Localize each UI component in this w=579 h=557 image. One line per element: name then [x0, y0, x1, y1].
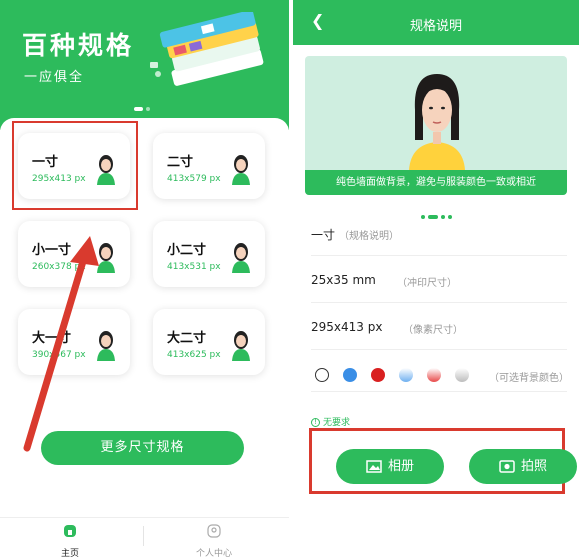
- album-button[interactable]: 相册: [336, 449, 444, 484]
- spec-name: 大二寸: [167, 331, 207, 346]
- sample-photo: 纯色墙面做背景，避免与服装颜色一致或相近: [305, 56, 567, 195]
- camera-icon: [499, 460, 515, 473]
- spec-detail-screen: ❮ 规格说明 纯色墙面做背景，避免与服装颜色一致或相近 一寸 （规格说明） 25…: [293, 0, 579, 557]
- photo-caption: 纯色墙面做背景，避免与服装颜色一致或相近: [305, 170, 567, 195]
- colors-hint: （可选背景颜色）: [489, 373, 569, 384]
- color-swatch-red[interactable]: [371, 368, 385, 382]
- highlight-box: 相册 拍照: [309, 428, 577, 494]
- background-color-picker: （可选背景颜色）: [311, 360, 569, 392]
- spec-row-name: 一寸 （规格说明）: [311, 210, 567, 256]
- color-swatch-blue[interactable]: [343, 368, 357, 382]
- spec-value: 295x413 px: [311, 320, 383, 334]
- spec-size: 413x531 px: [167, 262, 221, 272]
- tab-home[interactable]: 主页: [20, 523, 120, 557]
- spec-name: 小二寸: [167, 243, 207, 258]
- hero-banner[interactable]: 百种规格 一应俱全: [0, 0, 289, 130]
- spec-size: 390x567 px: [32, 350, 86, 360]
- spec-name: 大一寸: [32, 331, 72, 346]
- portrait-avatar-icon: [97, 243, 115, 273]
- color-swatch-gray-gradient[interactable]: [455, 368, 469, 382]
- bottom-tab-bar: 主页 个人中心: [0, 517, 289, 557]
- portrait-avatar-icon: [97, 331, 115, 361]
- spec-name: 小一寸: [32, 243, 72, 258]
- spec-card[interactable]: 二寸 413x579 px: [153, 133, 265, 199]
- spec-card[interactable]: 大二寸 413x625 px: [153, 309, 265, 375]
- color-swatch-white[interactable]: [315, 368, 329, 382]
- tab-divider: [143, 526, 144, 546]
- info-icon: !: [311, 418, 320, 427]
- album-label: 相册: [387, 459, 414, 474]
- image-icon: [366, 460, 382, 473]
- hero-title: 百种规格: [22, 31, 135, 60]
- spec-row-print-size: 25x35 mm （冲印尺寸）: [311, 257, 567, 303]
- spec-card[interactable]: 大一寸 390x567 px: [18, 309, 130, 375]
- tab-home-label: 主页: [60, 549, 79, 557]
- portrait-avatar-icon: [232, 243, 250, 273]
- spec-hint: （冲印尺寸）: [397, 278, 457, 289]
- spec-value: 25x35 mm: [311, 273, 376, 287]
- spec-value: 一寸: [311, 228, 336, 242]
- spec-card[interactable]: 小二寸 413x531 px: [153, 221, 265, 287]
- page-title: 规格说明: [409, 19, 462, 34]
- spec-name: 二寸: [167, 155, 194, 170]
- take-photo-button[interactable]: 拍照: [469, 449, 577, 484]
- home-screen: 百种规格 一应俱全 一寸 295x413 px 二寸 413x579 px 小一…: [0, 0, 289, 557]
- portrait-avatar-icon: [232, 331, 250, 361]
- banner-pagination: [134, 96, 153, 115]
- color-swatch-red-gradient[interactable]: [427, 368, 441, 382]
- photo-stack-illustration: [150, 12, 264, 86]
- spec-size: 413x625 px: [167, 350, 221, 360]
- tab-profile-label: 个人中心: [195, 549, 232, 557]
- color-swatch-blue-gradient[interactable]: [399, 368, 413, 382]
- highlight-box: [12, 121, 138, 210]
- tab-profile[interactable]: 个人中心: [164, 523, 264, 557]
- nav-bar: ❮ 规格说明: [293, 0, 579, 45]
- portrait-avatar-icon: [232, 155, 250, 185]
- spec-size: 413x579 px: [167, 174, 221, 184]
- user-icon: [207, 524, 221, 538]
- hero-subtitle: 一应俱全: [24, 70, 85, 85]
- spec-hint: （规格说明）: [339, 231, 399, 242]
- requirement-note: ! 无要求: [311, 415, 350, 428]
- spec-hint: （像素尺寸）: [403, 325, 463, 336]
- more-sizes-button[interactable]: 更多尺寸规格: [41, 431, 244, 465]
- spec-size: 260x378 px: [32, 262, 86, 272]
- take-photo-label: 拍照: [520, 459, 547, 474]
- spec-card[interactable]: 小一寸 260x378 px: [18, 221, 130, 287]
- spec-row-pixel-size: 295x413 px （像素尺寸）: [311, 304, 567, 350]
- home-icon: [64, 525, 76, 537]
- requirement-text: 无要求: [323, 418, 351, 428]
- portrait-photo-illustration: [409, 74, 465, 170]
